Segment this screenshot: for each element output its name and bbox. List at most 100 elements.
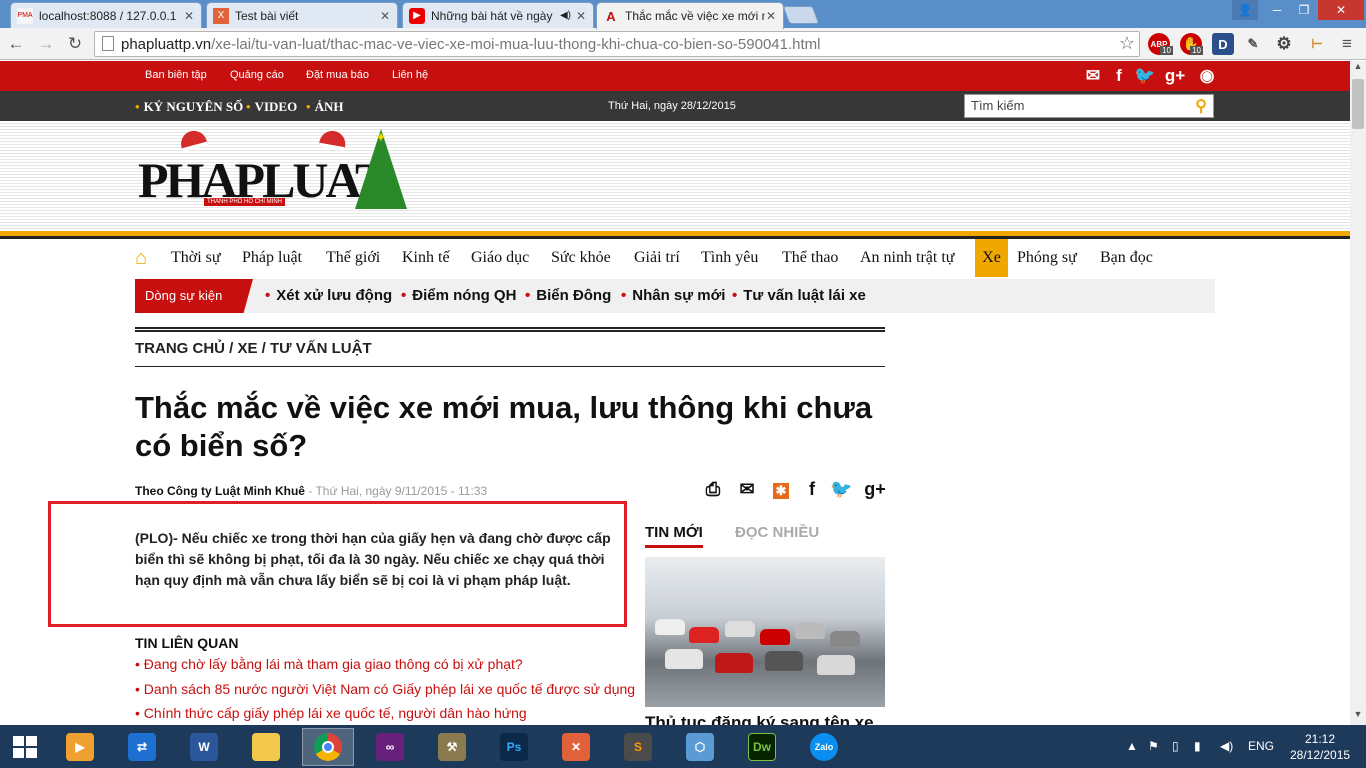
- d-extension-icon[interactable]: D: [1212, 33, 1234, 55]
- gear-icon[interactable]: ⚙: [1273, 33, 1295, 55]
- minimize-button[interactable]: ─: [1264, 0, 1290, 20]
- google-plus-icon[interactable]: g+: [1164, 66, 1186, 86]
- nav-kinh-te[interactable]: Kinh tế: [399, 239, 453, 277]
- address-bar[interactable]: phapluattp.vn/xe-lai/tu-van-luat/thac-ma…: [94, 31, 1140, 57]
- nav-the-thao[interactable]: Thể thao: [779, 239, 841, 277]
- chrome-app[interactable]: [302, 728, 354, 766]
- car-image: [817, 655, 855, 675]
- related-link[interactable]: • Chính thức cấp giấy phép lái xe quốc t…: [135, 705, 527, 721]
- nav-xe[interactable]: Xe: [975, 239, 1008, 277]
- nav-phap-luat[interactable]: Pháp luật: [239, 239, 305, 277]
- language-indicator[interactable]: ENG: [1248, 739, 1274, 753]
- related-link[interactable]: • Danh sách 85 nước người Việt Nam có Gi…: [135, 681, 635, 697]
- word-app[interactable]: W: [178, 728, 230, 766]
- zalo-app[interactable]: Zalo: [798, 728, 850, 766]
- browser-tab[interactable]: ▶ Những bài hát về ngày ◀) ✕: [402, 2, 594, 28]
- ruler-icon[interactable]: ⊢: [1306, 33, 1328, 55]
- news-thumbnail[interactable]: [645, 557, 885, 707]
- breadcrumb[interactable]: TRANG CHỦ / XE / TƯ VẤN LUẬT: [135, 340, 372, 357]
- close-tab-icon[interactable]: ✕: [765, 9, 777, 23]
- bookmark-share-icon[interactable]: ✱: [773, 483, 789, 499]
- dreamweaver-app[interactable]: Dw: [736, 728, 788, 766]
- twitter-icon[interactable]: 🐦: [1134, 66, 1156, 86]
- vertical-scrollbar[interactable]: ▲ ▼: [1350, 61, 1366, 725]
- start-button[interactable]: [0, 728, 50, 766]
- tab-tin-moi[interactable]: TIN MỚI: [645, 524, 703, 548]
- rss-icon[interactable]: ◉: [1196, 66, 1218, 86]
- link-ban-bien-tap[interactable]: Ban biên tập: [145, 69, 207, 81]
- tray-arrow-icon[interactable]: ▲: [1126, 739, 1138, 753]
- link-ky-nguyen-so[interactable]: • KỶ NGUYÊN SỐ: [135, 99, 243, 115]
- menu-icon[interactable]: ≡: [1336, 33, 1358, 55]
- new-tab-button[interactable]: [782, 6, 820, 24]
- forward-icon[interactable]: →: [34, 32, 58, 56]
- xampp-icon: ✕: [562, 733, 590, 761]
- flag-icon[interactable]: ⚑: [1148, 739, 1159, 753]
- tab-doc-nhieu[interactable]: ĐỌC NHIỀU: [735, 524, 819, 541]
- nav-giai-tri[interactable]: Giải trí: [631, 239, 683, 277]
- close-tab-icon[interactable]: ✕: [183, 9, 195, 23]
- visual-studio-app[interactable]: ∞: [364, 728, 416, 766]
- reload-icon[interactable]: ↻: [63, 32, 87, 56]
- nav-the-gioi[interactable]: Thế giới: [323, 239, 383, 277]
- facebook-icon[interactable]: f: [801, 479, 823, 500]
- scrollbar-thumb[interactable]: [1352, 79, 1364, 129]
- nav-thoi-su[interactable]: Thời sự: [168, 239, 224, 277]
- url-path: /xe-lai/tu-van-luat/thac-mac-ve-viec-xe-…: [211, 35, 821, 53]
- back-icon[interactable]: ←: [4, 32, 28, 56]
- mail-icon[interactable]: ✉: [1082, 66, 1104, 86]
- maximize-button[interactable]: ❐: [1291, 0, 1317, 20]
- eyedropper-icon[interactable]: ✎: [1242, 33, 1264, 55]
- search-input[interactable]: Tìm kiếm ⚲: [964, 94, 1214, 118]
- volume-icon[interactable]: ◀): [1220, 739, 1233, 753]
- related-link[interactable]: • Đang chờ lấy bằng lái mà tham gia giao…: [135, 656, 523, 672]
- link-anh[interactable]: • ẢNH: [306, 99, 343, 115]
- close-tab-icon[interactable]: ✕: [379, 9, 391, 23]
- news-caption[interactable]: Thủ tục đăng ký sang tên xe: [645, 713, 874, 725]
- link-video[interactable]: • VIDEO: [246, 99, 297, 115]
- virtualbox-app[interactable]: ⬡: [674, 728, 726, 766]
- browser-tab[interactable]: PMA localhost:8088 / 127.0.0.1 ✕: [10, 2, 202, 28]
- google-plus-icon[interactable]: g+: [864, 479, 886, 500]
- search-icon[interactable]: ⚲: [1195, 96, 1207, 116]
- tools-app[interactable]: ⚒: [426, 728, 478, 766]
- facebook-icon[interactable]: f: [1108, 66, 1130, 86]
- chrome-icon: [314, 733, 342, 761]
- file-explorer-app[interactable]: [240, 728, 292, 766]
- system-clock[interactable]: 21:12 28/12/2015: [1290, 731, 1350, 763]
- tab-title: localhost:8088 / 127.0.0.1: [39, 8, 177, 23]
- close-window-button[interactable]: ✕: [1318, 0, 1364, 20]
- nav-tinh-yeu[interactable]: Tình yêu: [698, 239, 761, 277]
- nav-an-ninh-trat-tu[interactable]: An ninh trật tự: [857, 239, 957, 277]
- browser-tab[interactable]: X Test bài viết ✕: [206, 2, 398, 28]
- user-icon[interactable]: 👤: [1232, 0, 1258, 20]
- home-icon[interactable]: ⌂: [135, 247, 147, 270]
- twitter-icon[interactable]: 🐦: [830, 479, 852, 500]
- photoshop-app[interactable]: Ps: [488, 728, 540, 766]
- close-tab-icon[interactable]: ✕: [575, 9, 587, 23]
- car-image: [765, 651, 803, 671]
- event-link[interactable]: • Điểm nóng QH: [401, 287, 516, 304]
- phapluat-favicon: A: [606, 8, 616, 24]
- event-link[interactable]: • Tư vấn luật lái xe: [732, 287, 866, 304]
- event-link[interactable]: • Xét xử lưu động: [265, 287, 392, 304]
- sublime-app[interactable]: S: [612, 728, 664, 766]
- event-link[interactable]: • Biển Đông: [525, 287, 611, 304]
- link-quang-cao[interactable]: Quảng cáo: [230, 69, 284, 81]
- browser-tab-active[interactable]: A Thắc mắc về việc xe mới m ✕: [596, 2, 784, 29]
- nav-giao-duc[interactable]: Giáo dục: [468, 239, 532, 277]
- battery-icon[interactable]: ▯: [1172, 739, 1179, 753]
- print-icon[interactable]: ⎙: [702, 479, 724, 500]
- nav-ban-doc[interactable]: Bạn đọc: [1097, 239, 1156, 277]
- link-dat-mua-bao[interactable]: Đặt mua báo: [306, 69, 369, 81]
- link-lien-he[interactable]: Liên hệ: [392, 69, 428, 81]
- nav-phong-su[interactable]: Phóng sự: [1014, 239, 1080, 277]
- media-player-app[interactable]: ▶: [54, 728, 106, 766]
- event-link[interactable]: • Nhân sự mới: [621, 287, 725, 304]
- xampp-app[interactable]: ✕: [550, 728, 602, 766]
- mail-icon[interactable]: ✉: [736, 479, 758, 500]
- teamviewer-app[interactable]: ⇄: [116, 728, 168, 766]
- bookmark-star-icon[interactable]: ☆: [1119, 33, 1135, 54]
- network-icon[interactable]: ▮: [1194, 739, 1201, 753]
- nav-suc-khoe[interactable]: Sức khỏe: [548, 239, 614, 277]
